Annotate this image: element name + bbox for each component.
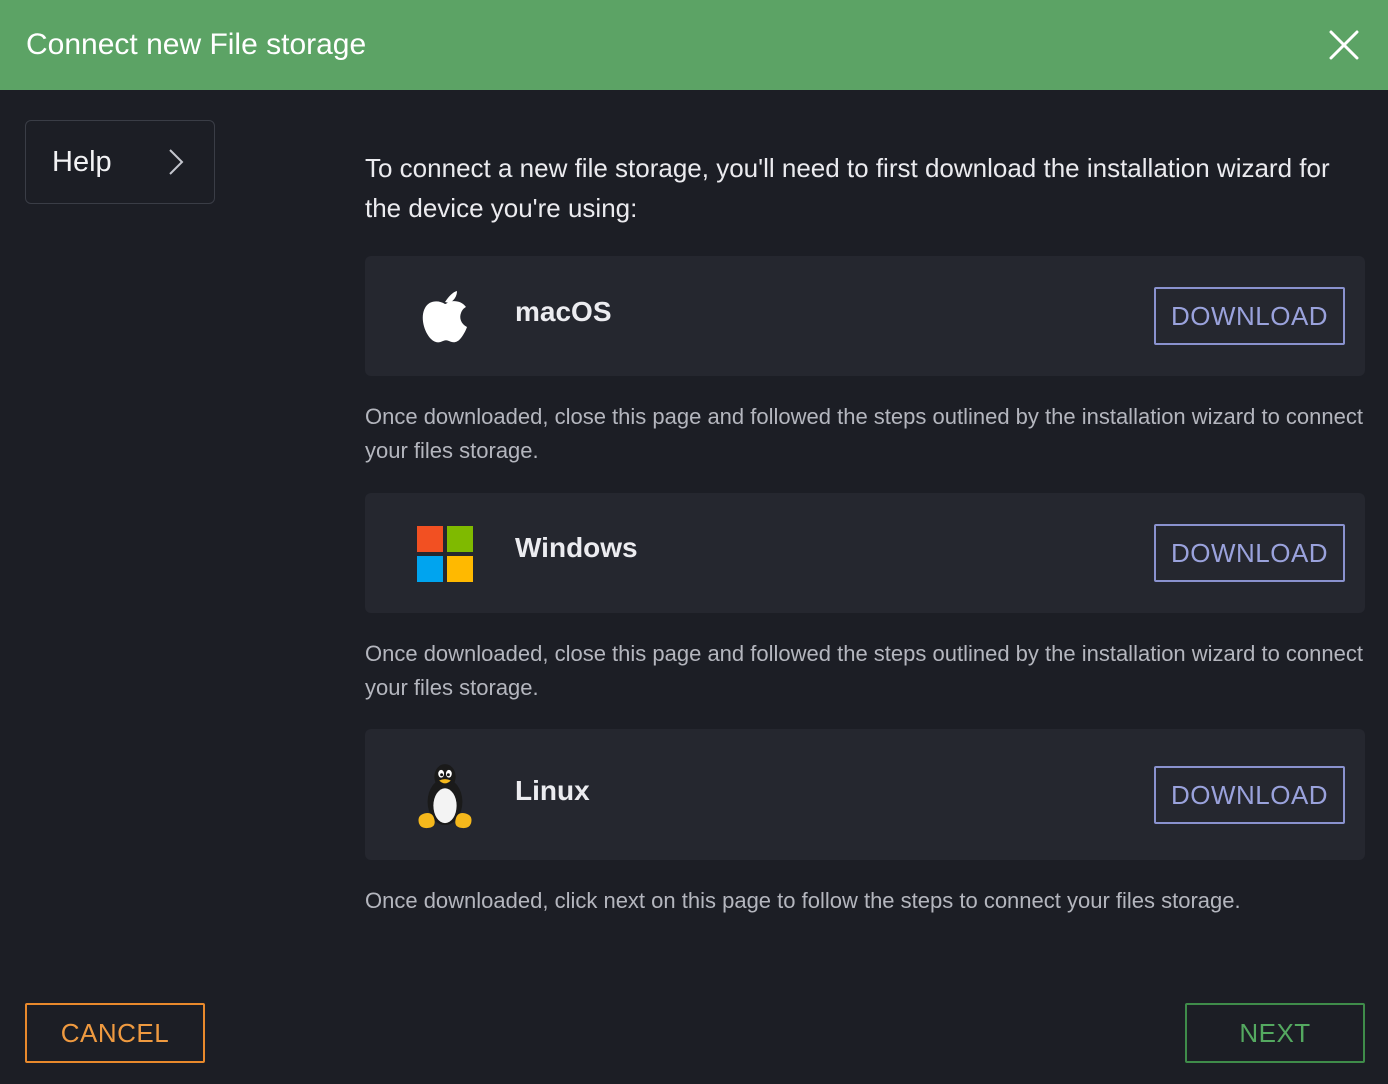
download-button-linux[interactable]: DOWNLOAD bbox=[1154, 766, 1345, 824]
dialog-title: Connect new File storage bbox=[26, 28, 367, 61]
next-button[interactable]: NEXT bbox=[1185, 1003, 1365, 1063]
help-button[interactable]: Help bbox=[25, 120, 215, 204]
cancel-button[interactable]: CANCEL bbox=[25, 1003, 205, 1063]
close-button[interactable] bbox=[1328, 29, 1360, 61]
platform-note-macos: Once downloaded, close this page and fol… bbox=[365, 404, 1363, 463]
download-button-windows[interactable]: DOWNLOAD bbox=[1154, 524, 1345, 582]
platform-name: Linux bbox=[515, 775, 590, 806]
download-button-macos[interactable]: DOWNLOAD bbox=[1154, 287, 1345, 345]
dialog-header: Connect new File storage bbox=[0, 0, 1388, 90]
platform-card-macos: macOS DOWNLOAD bbox=[365, 256, 1365, 376]
intro-text: To connect a new file storage, you'll ne… bbox=[365, 153, 1330, 223]
close-icon bbox=[1329, 30, 1359, 60]
platform-note-windows: Once downloaded, close this page and fol… bbox=[365, 641, 1363, 700]
platform-note-linux: Once downloaded, click next on this page… bbox=[365, 888, 1241, 913]
platform-card-windows: Windows DOWNLOAD bbox=[365, 493, 1365, 613]
help-label: Help bbox=[52, 145, 112, 178]
linux-tux-icon bbox=[415, 761, 475, 831]
windows-icon bbox=[415, 524, 475, 584]
chevron-right-icon bbox=[169, 149, 184, 175]
platform-name: Windows bbox=[515, 532, 638, 563]
platform-card-linux: Linux DOWNLOAD bbox=[365, 729, 1365, 860]
apple-icon bbox=[415, 285, 475, 345]
platform-name: macOS bbox=[515, 296, 612, 327]
